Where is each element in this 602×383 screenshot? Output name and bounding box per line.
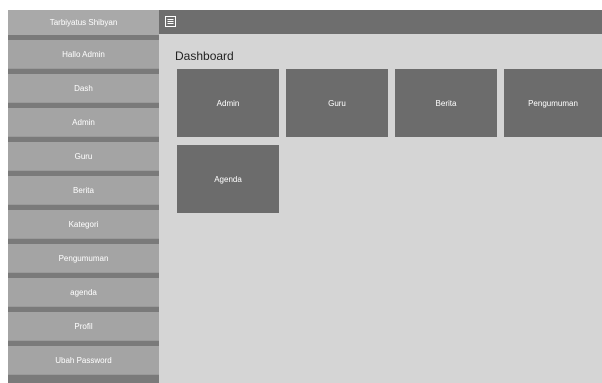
tile-pengumuman[interactable]: Pengumuman (504, 69, 602, 137)
sidebar-item-kategori[interactable]: Kategori (8, 210, 159, 239)
top-bar (159, 10, 602, 34)
sidebar-item-guru[interactable]: Guru (8, 142, 159, 171)
tile-agenda[interactable]: Agenda (177, 145, 279, 213)
list-icon[interactable] (165, 16, 176, 27)
sidebar-item-ubah-password[interactable]: Ubah Password (8, 346, 159, 375)
app-frame: Tarbiyatus Shibyan Hallo Admin Dash Admi… (8, 10, 602, 383)
sidebar-item-berita[interactable]: Berita (8, 176, 159, 205)
sidebar-item-agenda[interactable]: agenda (8, 278, 159, 307)
tile-guru[interactable]: Guru (286, 69, 388, 137)
sidebar: Tarbiyatus Shibyan Hallo Admin Dash Admi… (8, 10, 159, 383)
tile-berita[interactable]: Berita (395, 69, 497, 137)
sidebar-item-profil[interactable]: Profil (8, 312, 159, 341)
tile-admin[interactable]: Admin (177, 69, 279, 137)
sidebar-greeting[interactable]: Hallo Admin (8, 40, 159, 69)
sidebar-brand: Tarbiyatus Shibyan (8, 10, 159, 35)
sidebar-item-admin[interactable]: Admin (8, 108, 159, 137)
sidebar-item-pengumuman[interactable]: Pengumuman (8, 244, 159, 273)
page-title: Dashboard (175, 49, 234, 63)
sidebar-item-dash[interactable]: Dash (8, 74, 159, 103)
